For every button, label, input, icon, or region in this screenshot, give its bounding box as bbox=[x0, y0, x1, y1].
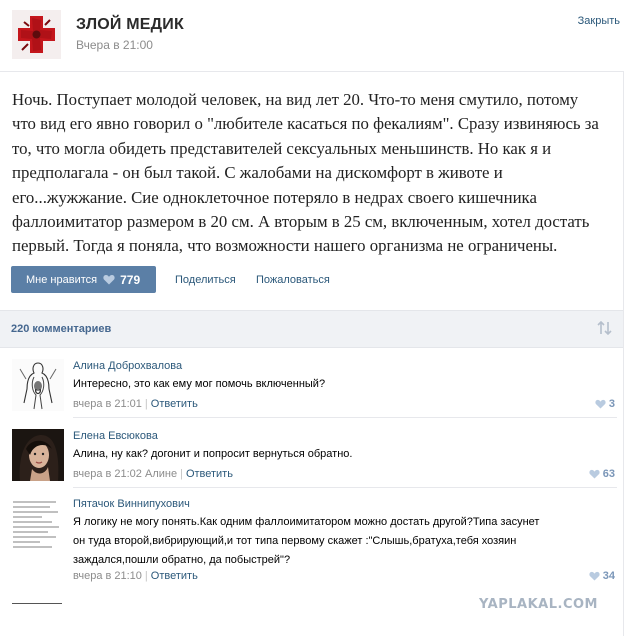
like-label: Мне нравится bbox=[26, 273, 98, 286]
comment-divider bbox=[73, 487, 617, 488]
comment: Елена Евсюкова Алина, ну как? догонит и … bbox=[0, 426, 623, 488]
comment-text-line: Интересно, это как ему мог помочь включе… bbox=[73, 378, 326, 390]
comment-author[interactable]: Елена Евсюкова bbox=[73, 430, 158, 442]
sort-order-icon[interactable] bbox=[597, 321, 613, 335]
heart-icon bbox=[103, 274, 115, 285]
comment-like-button[interactable]: 63 bbox=[589, 468, 615, 480]
red-cross-logo-icon bbox=[12, 10, 61, 59]
post-text: Ночь. Поступает молодой человек, на вид … bbox=[12, 88, 616, 259]
comment: Алина Доброхвалова Интересно, это как ем… bbox=[0, 356, 623, 418]
text-note-avatar-icon bbox=[12, 497, 66, 553]
comment-text: Алина, ну как? догонит и попросит вернут… bbox=[73, 445, 352, 464]
comment-author[interactable]: Алина Доброхвалова bbox=[73, 360, 182, 372]
like-button[interactable]: Мне нравится 779 bbox=[11, 266, 156, 293]
close-button[interactable]: Закрыть bbox=[578, 15, 620, 27]
bottom-divider bbox=[12, 603, 62, 604]
post-text-line: фаллоимитатор размером в 20 см. А вторым… bbox=[12, 212, 590, 232]
like-count: 779 bbox=[120, 272, 141, 287]
post-text-line: предполагала - он был такой. С жалобами … bbox=[12, 163, 503, 183]
comment-text: Интересно, это как ему мог помочь включе… bbox=[73, 375, 325, 394]
comment-text-line: заждался,пошли обратно, да побыстрей"? bbox=[73, 554, 291, 566]
comment-like-count: 63 bbox=[602, 468, 615, 480]
comment-time[interactable]: вчера в 21:02 bbox=[73, 468, 142, 480]
group-avatar[interactable] bbox=[12, 10, 61, 59]
watermark: YAPLAKAL.COM bbox=[479, 597, 598, 612]
anatomy-sketch-avatar-icon bbox=[12, 359, 64, 411]
comment-like-button[interactable]: 3 bbox=[595, 398, 615, 410]
comment-like-count: 3 bbox=[608, 398, 615, 410]
woman-portrait-avatar-icon bbox=[12, 429, 64, 481]
comment-text-line: он туда второй,вибрирующий,и тот типа пе… bbox=[73, 535, 517, 547]
heart-icon bbox=[589, 571, 600, 581]
post-text-line: его...жужжание. Сие одноклеточное потеря… bbox=[12, 187, 537, 207]
post-text-line: то, что могла обидеть представителей сек… bbox=[12, 138, 552, 158]
meta-separator: | bbox=[144, 398, 148, 410]
reply-button[interactable]: Ответить bbox=[151, 570, 198, 582]
post-text-line: Ночь. Поступает молодой человек, на вид … bbox=[12, 90, 579, 109]
post-text-line: первый. Тогда я поняла, что возможности … bbox=[12, 236, 558, 256]
heart-icon bbox=[589, 469, 600, 479]
comment-like-count: 34 bbox=[602, 570, 615, 582]
comments-header: 220 комментариев bbox=[0, 310, 623, 348]
reply-button[interactable]: Ответить bbox=[186, 468, 233, 480]
group-name[interactable]: ЗЛОЙ МЕДИК bbox=[76, 16, 184, 34]
comment-author[interactable]: Пятачок Виннипухович bbox=[73, 498, 190, 510]
meta-separator: | bbox=[180, 468, 183, 480]
reply-button[interactable]: Ответить bbox=[151, 398, 198, 410]
comment-divider bbox=[73, 417, 617, 418]
post-header: ЗЛОЙ МЕДИК Вчера в 21:00 Закрыть bbox=[0, 0, 624, 72]
comment-time[interactable]: вчера в 21:01 bbox=[73, 398, 142, 410]
avatar[interactable] bbox=[12, 359, 64, 411]
comment: Пятачок Виннипухович Я логику не могу по… bbox=[0, 494, 623, 584]
avatar[interactable] bbox=[12, 497, 66, 553]
share-link[interactable]: Поделиться bbox=[175, 274, 236, 286]
comment-addressee[interactable]: Алине bbox=[145, 468, 177, 480]
comment-meta: вчера в 21:02 Алине | Ответить bbox=[73, 468, 233, 480]
comment-like-button[interactable]: 34 bbox=[589, 570, 615, 582]
comments-count[interactable]: 220 комментариев bbox=[11, 323, 111, 335]
heart-icon bbox=[595, 399, 606, 409]
comment-meta: вчера в 21:01 | Ответить bbox=[73, 398, 198, 410]
meta-separator: | bbox=[144, 570, 148, 582]
comment-text: Я логику не могу понять.Как одним фаллои… bbox=[73, 513, 539, 570]
comment-text-line: Я логику не могу понять.Как одним фаллои… bbox=[73, 516, 540, 528]
report-link[interactable]: Пожаловаться bbox=[256, 274, 330, 286]
comment-time[interactable]: вчера в 21:10 bbox=[73, 570, 142, 582]
post-time[interactable]: Вчера в 21:00 bbox=[76, 38, 153, 52]
comment-text-line: Алина, ну как? догонит и попросит вернут… bbox=[73, 448, 353, 460]
avatar[interactable] bbox=[12, 429, 64, 481]
post-text-line: что вид его явно говорил о "любителе кас… bbox=[12, 114, 599, 134]
comment-meta: вчера в 21:10 | Ответить bbox=[73, 570, 198, 582]
